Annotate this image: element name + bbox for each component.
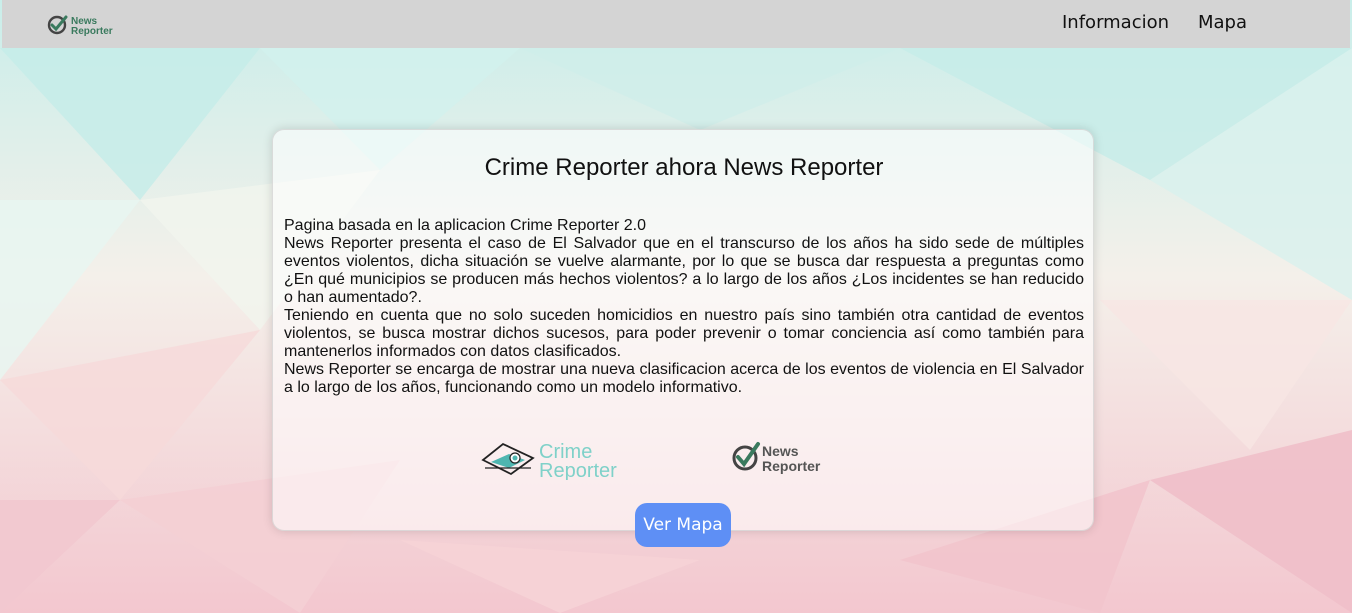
nav-link-informacion[interactable]: Informacion [1062,12,1169,33]
card-title: Crime Reporter ahora News Reporter [484,154,884,181]
svg-text:Reporter: Reporter [71,26,113,37]
news-reporter-logo-large: News Reporter [732,442,821,474]
paragraph-context: Teniendo en cuenta que no solo suceden h… [284,307,1084,360]
paragraph-description: News Reporter presenta el caso de El Sal… [284,235,1084,306]
svg-text:Reporter: Reporter [762,458,821,474]
svg-text:Reporter: Reporter [539,460,617,480]
paragraph-purpose: News Reporter se encarga de mostrar una … [284,361,1084,396]
navbar: News Reporter Informacion Mapa [2,0,1350,48]
news-reporter-logo[interactable]: News Reporter [46,11,136,39]
crime-reporter-logo: Crime Reporter [481,441,617,480]
ver-mapa-button[interactable]: Ver Mapa [635,503,731,547]
card-body: Pagina basada en la aplicacion Crime Rep… [284,217,1084,397]
svg-text:News: News [762,443,799,459]
nav-link-mapa[interactable]: Mapa [1198,12,1247,33]
paragraph-intro: Pagina basada en la aplicacion Crime Rep… [284,217,646,234]
info-card: Crime Reporter ahora News Reporter Pagin… [272,129,1094,531]
